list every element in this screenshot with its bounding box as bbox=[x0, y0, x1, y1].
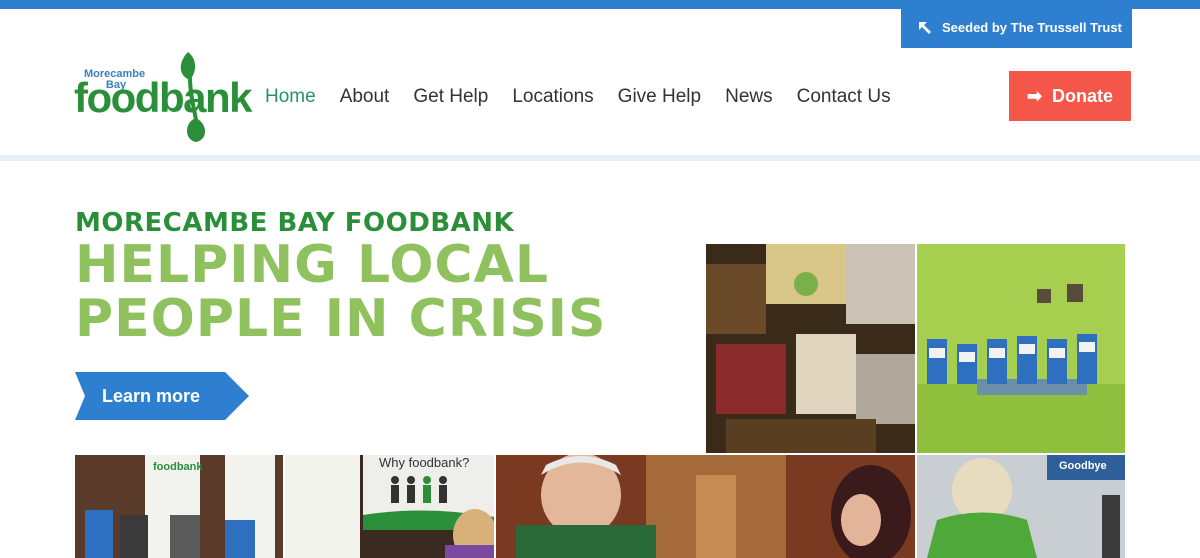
header-divider bbox=[0, 155, 1200, 161]
goodbye-sign-text: Goodbye bbox=[1059, 460, 1107, 472]
arrow-right-icon: ➡ bbox=[1026, 85, 1043, 106]
nav-about[interactable]: About bbox=[340, 86, 390, 108]
nav-contact-us[interactable]: Contact Us bbox=[797, 86, 891, 108]
donate-button[interactable]: ➡ Donate bbox=[1009, 71, 1131, 121]
hero-headline-line2: PEOPLE IN CRISIS bbox=[75, 289, 607, 349]
foodbank-logo[interactable]: Morecambe Bay foodbank bbox=[74, 48, 252, 144]
photo-volunteers-certificates bbox=[917, 244, 1125, 453]
trussell-trust-link[interactable]: Seeded by The Trussell Trust bbox=[901, 7, 1132, 48]
hero-headline: HELPING LOCAL PEOPLE IN CRISIS bbox=[75, 238, 606, 346]
nav-news[interactable]: News bbox=[725, 86, 773, 108]
photo-volunteer-green-vest: Goodbye bbox=[917, 455, 1125, 558]
photo-food-shelves bbox=[706, 244, 915, 453]
trussell-trust-label: Seeded by The Trussell Trust bbox=[942, 20, 1122, 35]
nav-give-help[interactable]: Give Help bbox=[618, 86, 701, 108]
arrow-up-left-icon bbox=[919, 21, 931, 34]
logo-word: foodbank bbox=[74, 74, 252, 121]
hero-kicker: MORECAMBE BAY FOODBANK bbox=[75, 208, 515, 238]
learn-more-label: Learn more bbox=[102, 386, 201, 406]
photo-why-foodbank: Why foodbank? bbox=[285, 455, 494, 558]
nav-get-help[interactable]: Get Help bbox=[413, 86, 488, 108]
photo-conversation bbox=[496, 455, 915, 558]
main-nav: Home About Get Help Locations Give Help … bbox=[265, 86, 915, 108]
photo-group-banners: foodbank bbox=[75, 455, 283, 558]
leaf-icon bbox=[180, 52, 205, 142]
nav-home[interactable]: Home bbox=[265, 86, 316, 108]
why-foodbank-text: Why foodbank? bbox=[379, 455, 470, 470]
hero-headline-line1: HELPING LOCAL bbox=[75, 235, 549, 295]
nav-locations[interactable]: Locations bbox=[512, 86, 593, 108]
learn-more-button[interactable]: Learn more bbox=[75, 372, 249, 420]
banner-foodbank-text: foodbank bbox=[153, 461, 203, 473]
donate-label: Donate bbox=[1052, 85, 1114, 106]
